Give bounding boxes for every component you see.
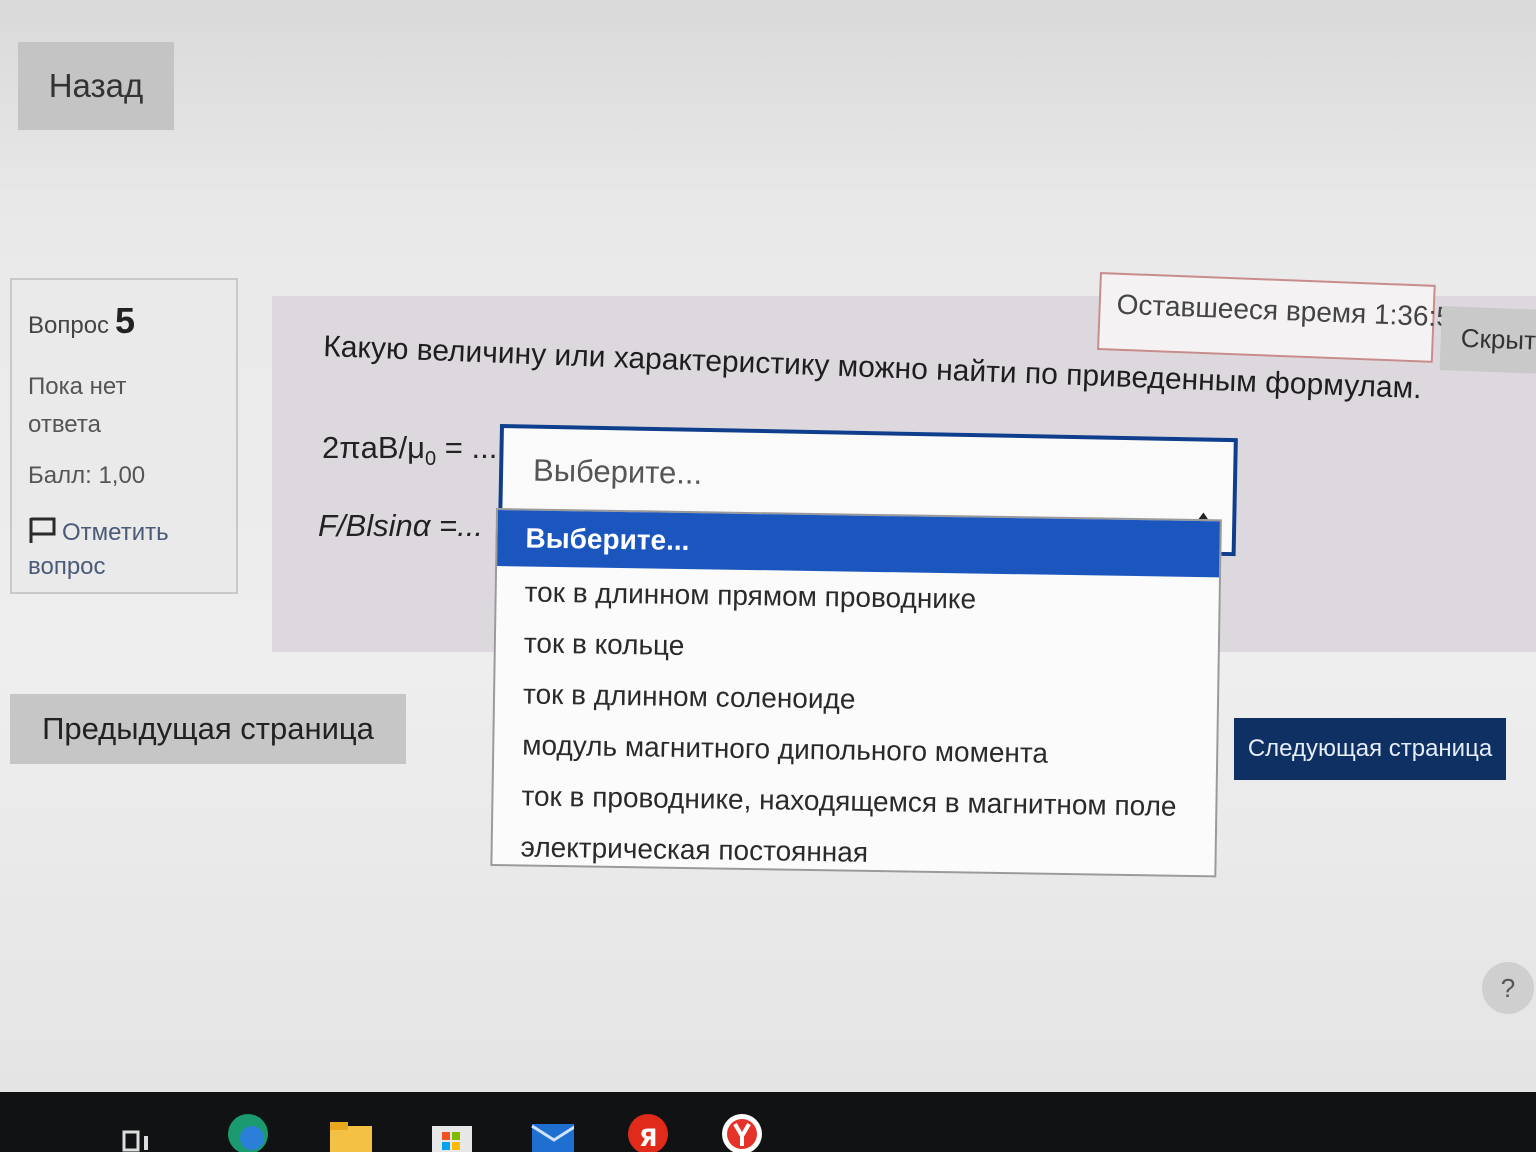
task-view-icon[interactable] <box>120 1108 164 1152</box>
previous-page-button[interactable]: Предыдущая страница <box>10 694 406 764</box>
back-button[interactable]: Назад <box>18 42 174 130</box>
help-button[interactable]: ? <box>1482 962 1534 1014</box>
question-grade: Балл: 1,00 <box>28 462 146 489</box>
hide-timer-button[interactable]: Скрыть <box>1439 306 1536 374</box>
flag-question-link[interactable]: Отметить вопрос <box>28 516 236 584</box>
flag-icon <box>29 517 56 543</box>
yandex-browser-icon[interactable] <box>720 1108 764 1152</box>
question-info-panel: Вопрос 5 Пока нет ответа Балл: 1,00 Отмет… <box>10 278 238 594</box>
formula-2: F/Blsinα =... <box>318 508 483 543</box>
question-number: 5 <box>115 300 136 341</box>
store-icon[interactable] <box>428 1108 472 1152</box>
formula-1-subscript: 0 <box>425 448 437 471</box>
formula-1-main: 2πaB/μ <box>322 430 426 465</box>
question-status: Пока нет ответа <box>28 373 127 438</box>
formula-1-tail: = ... <box>436 430 498 465</box>
yandex-icon[interactable]: Я <box>626 1108 670 1152</box>
formula-1: 2πaB/μ0 = ... <box>322 430 497 471</box>
answer-select-value: Выберите... <box>532 452 703 491</box>
svg-text:Я: Я <box>639 1124 657 1152</box>
edge-icon[interactable] <box>224 1108 268 1152</box>
next-page-button[interactable]: Следующая страница <box>1234 718 1506 780</box>
question-title-prefix: Вопрос <box>28 312 110 339</box>
browser-viewport: Назад Вопрос 5 Пока нет ответа Балл: 1,00… <box>0 0 1536 1100</box>
mail-icon[interactable] <box>530 1108 574 1152</box>
file-explorer-icon[interactable] <box>328 1108 372 1152</box>
time-remaining: Оставшееся время 1:36:55 <box>1097 272 1468 363</box>
question-title: Вопрос 5 <box>28 300 236 342</box>
answer-dropdown-list[interactable]: Выберите... ток в длинном прямом проводн… <box>490 508 1222 878</box>
